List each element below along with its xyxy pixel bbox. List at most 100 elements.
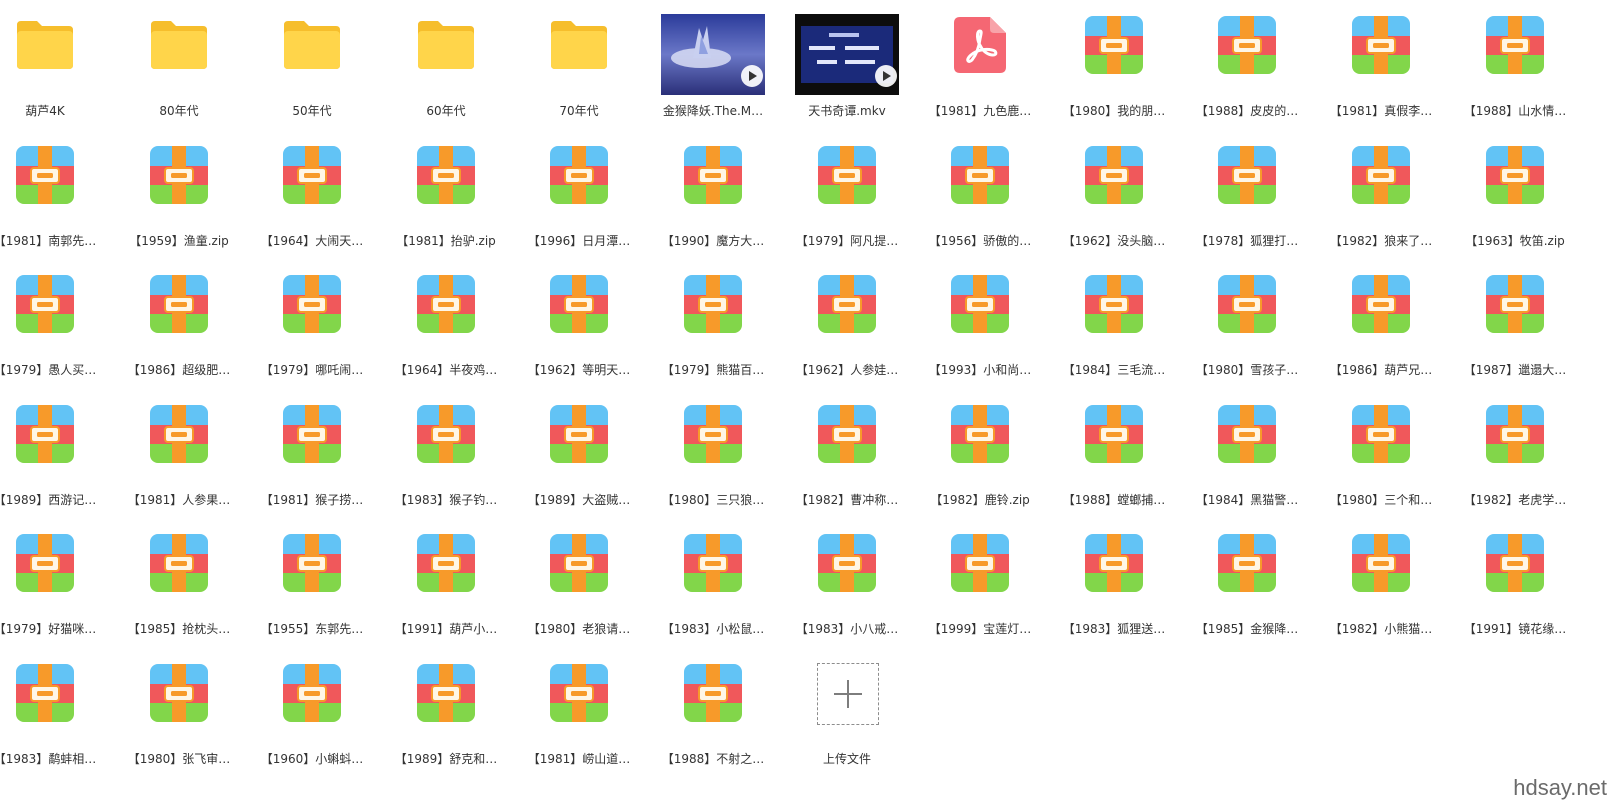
file-item[interactable]: 【1978】狐狸打… [1178, 137, 1316, 267]
file-item[interactable]: 【1988】螳螂捕… [1045, 396, 1183, 526]
file-name: 【1981】九色鹿… [928, 104, 1032, 118]
file-name: 【1982】狼来了… [1329, 234, 1433, 248]
file-item[interactable]: 60年代 [377, 7, 515, 137]
file-item[interactable]: 【1981】抬驴.zip [377, 137, 515, 267]
file-item[interactable]: 【1985】抢枕头… [110, 525, 248, 655]
file-name: 【1982】老虎学… [1463, 493, 1567, 507]
file-item[interactable]: 金猴降妖.The.M… [644, 7, 782, 137]
file-item[interactable]: 【1979】熊猫百… [644, 266, 782, 396]
zip-archive-icon [1217, 145, 1277, 205]
file-item[interactable]: 【1955】东郭先… [243, 525, 381, 655]
file-item[interactable]: 【1988】山水情… [1446, 7, 1584, 137]
file-item[interactable]: 【1984】黑猫警… [1178, 396, 1316, 526]
file-item[interactable]: 【1982】狼来了… [1312, 137, 1450, 267]
file-name: 【1986】葫芦兄… [1329, 363, 1433, 377]
file-item[interactable]: 【1980】我的朋… [1045, 7, 1183, 137]
file-item[interactable]: 【1990】魔方大… [644, 137, 782, 267]
file-item[interactable]: 【1959】渔童.zip [110, 137, 248, 267]
zip-archive-icon [15, 533, 75, 593]
zip-archive-icon [549, 404, 609, 464]
file-item[interactable]: 80年代 [110, 7, 248, 137]
file-name: 【1983】鹬蚌相… [0, 752, 97, 766]
file-name: 70年代 [559, 104, 599, 118]
file-item[interactable]: 【1960】小蝌蚪… [243, 655, 381, 785]
file-item[interactable]: 【1993】小和尚… [911, 266, 1049, 396]
zip-archive-icon [817, 145, 877, 205]
file-name: 【1984】三毛流… [1062, 363, 1166, 377]
upload-file-label: 上传文件 [822, 752, 871, 766]
file-item[interactable]: 【1982】小熊猫… [1312, 525, 1450, 655]
file-item[interactable]: 【1962】人参娃… [778, 266, 916, 396]
file-item[interactable]: 【1982】曹冲称… [778, 396, 916, 526]
file-item[interactable]: 【1989】舒克和… [377, 655, 515, 785]
file-item[interactable]: 【1980】三个和… [1312, 396, 1450, 526]
zip-archive-icon [282, 274, 342, 334]
file-item[interactable]: 【1980】张飞审… [110, 655, 248, 785]
file-item[interactable]: 50年代 [243, 7, 381, 137]
zip-archive-icon [149, 404, 209, 464]
file-item[interactable]: 【1981】崂山道… [510, 655, 648, 785]
file-item[interactable]: 【1982】老虎学… [1446, 396, 1584, 526]
file-item[interactable]: 天书奇谭.mkv [778, 7, 916, 137]
file-item[interactable]: 【1981】猴子捞… [243, 396, 381, 526]
file-item[interactable]: 【1985】金猴降… [1178, 525, 1316, 655]
file-item[interactable]: 【1988】不射之… [644, 655, 782, 785]
file-name: 【1981】人参果… [127, 493, 231, 507]
file-item[interactable]: 【1982】鹿铃.zip [911, 396, 1049, 526]
zip-archive-icon [1084, 145, 1144, 205]
file-item[interactable]: 【1981】南郭先… [0, 137, 114, 267]
file-item[interactable]: 【1989】大盗贼… [510, 396, 648, 526]
file-name: 【1980】三只狼… [661, 493, 765, 507]
upload-file-button[interactable]: 上传文件 [778, 655, 916, 785]
file-item[interactable]: 【1983】小松鼠… [644, 525, 782, 655]
file-item[interactable]: 【1981】九色鹿… [911, 7, 1049, 137]
file-item[interactable]: 【1980】三只狼… [644, 396, 782, 526]
file-name: 【1986】超级肥… [127, 363, 231, 377]
file-name: 【1996】日月潭… [527, 234, 631, 248]
file-item[interactable]: 【1983】小八戒… [778, 525, 916, 655]
folder-icon [416, 15, 476, 75]
file-item[interactable]: 【1962】没头脑… [1045, 137, 1183, 267]
file-item[interactable]: 【1989】西游记… [0, 396, 114, 526]
zip-archive-icon [149, 663, 209, 723]
file-item[interactable]: 葫芦4K [0, 7, 114, 137]
file-item[interactable]: 【1964】大闹天… [243, 137, 381, 267]
file-item[interactable]: 【1979】阿凡提… [778, 137, 916, 267]
file-name: 【1959】渔童.zip [129, 234, 229, 248]
file-item[interactable]: 【1979】哪吒闹… [243, 266, 381, 396]
file-item[interactable]: 【1987】邋遢大… [1446, 266, 1584, 396]
file-item[interactable]: 【1983】猴子钓… [377, 396, 515, 526]
file-item[interactable]: 【1999】宝莲灯… [911, 525, 1049, 655]
file-item[interactable]: 【1984】三毛流… [1045, 266, 1183, 396]
file-item[interactable]: 【1991】葫芦小… [377, 525, 515, 655]
file-item[interactable]: 【1996】日月潭… [510, 137, 648, 267]
file-item[interactable]: 【1988】皮皮的… [1178, 7, 1316, 137]
file-item[interactable]: 【1986】超级肥… [110, 266, 248, 396]
zip-archive-icon [282, 663, 342, 723]
file-item[interactable]: 70年代 [510, 7, 648, 137]
file-item[interactable]: 【1979】愚人买… [0, 266, 114, 396]
file-item[interactable]: 【1983】狐狸送… [1045, 525, 1183, 655]
zip-archive-icon [1351, 404, 1411, 464]
file-name: 【1990】魔方大… [661, 234, 765, 248]
file-name: 金猴降妖.The.M… [662, 104, 764, 118]
file-item[interactable]: 【1981】真假李… [1312, 7, 1450, 137]
file-item[interactable]: 【1962】等明天… [510, 266, 648, 396]
file-name: 【1956】骄傲的… [928, 234, 1032, 248]
file-item[interactable]: 【1964】半夜鸡… [377, 266, 515, 396]
file-item[interactable]: 【1956】骄傲的… [911, 137, 1049, 267]
plus-icon[interactable] [817, 663, 879, 725]
file-item[interactable]: 【1986】葫芦兄… [1312, 266, 1450, 396]
file-item[interactable]: 【1981】人参果… [110, 396, 248, 526]
file-name: 【1981】真假李… [1329, 104, 1433, 118]
file-item[interactable]: 【1980】雪孩子… [1178, 266, 1316, 396]
zip-archive-icon [1217, 15, 1277, 75]
file-item[interactable]: 【1980】老狼请… [510, 525, 648, 655]
zip-archive-icon [1351, 274, 1411, 334]
zip-archive-icon [1485, 145, 1545, 205]
file-item[interactable]: 【1991】镜花缘… [1446, 525, 1584, 655]
file-item[interactable]: 【1963】牧笛.zip [1446, 137, 1584, 267]
file-item[interactable]: 【1979】好猫咪… [0, 525, 114, 655]
file-item[interactable]: 【1983】鹬蚌相… [0, 655, 114, 785]
zip-archive-icon [1084, 404, 1144, 464]
